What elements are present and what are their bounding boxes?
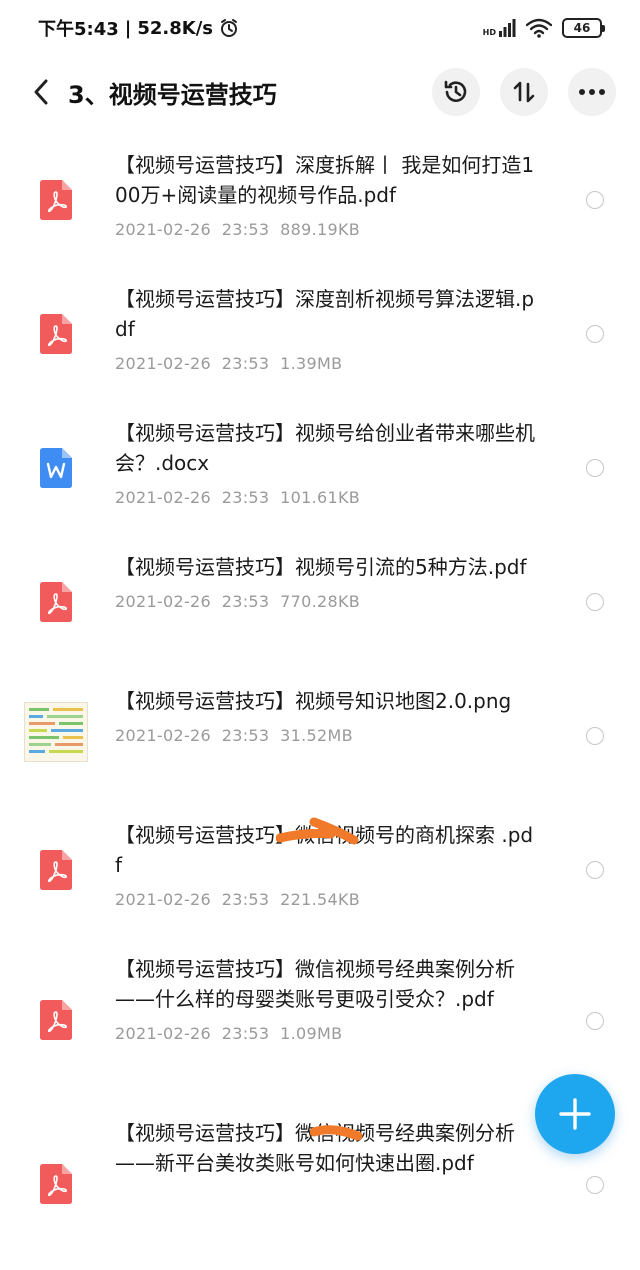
file-time: 23:53	[221, 488, 270, 507]
pdf-file-icon	[40, 1164, 72, 1204]
signal-icon	[499, 19, 516, 37]
select-checkbox[interactable]	[586, 191, 604, 209]
file-text: 【视频号运营技巧】深度拆解丨 我是如何打造100万+阅读量的视频号作品.pdf …	[115, 150, 535, 239]
status-right: HD 46	[483, 18, 605, 38]
file-size: 221.54KB	[280, 890, 361, 909]
pdf-file-icon	[40, 850, 72, 890]
file-text: 【视频号运营技巧】微信视频号经典案例分析——新平台美妆类账号如何快速出圈.pdf	[115, 1118, 535, 1178]
file-meta: 2021-02-26 23:53 889.19KB	[115, 220, 535, 239]
file-name: 【视频号运营技巧】视频号给创业者带来哪些机会？.docx	[115, 421, 535, 475]
file-date: 2021-02-26	[115, 726, 211, 745]
file-item[interactable]: 【视频号运营技巧】视频号给创业者带来哪些机会？.docx 2021-02-26 …	[0, 406, 640, 540]
file-time: 23:53	[221, 220, 270, 239]
file-date: 2021-02-26	[115, 1024, 211, 1043]
file-icon-wrap	[24, 1152, 88, 1216]
select-checkbox[interactable]	[586, 1012, 604, 1030]
sort-button[interactable]	[500, 68, 548, 116]
file-item[interactable]: 【视频号运营技巧】视频号知识地图2.0.png 2021-02-26 23:53…	[0, 674, 640, 808]
file-date: 2021-02-26	[115, 354, 211, 373]
file-date: 2021-02-26	[115, 592, 211, 611]
pdf-file-icon	[40, 180, 72, 220]
wifi-icon	[526, 18, 552, 38]
select-checkbox[interactable]	[586, 861, 604, 879]
status-left: 下午5:43 | 52.8K/s	[38, 15, 239, 41]
status-bar: 下午5:43 | 52.8K/s HD 46	[0, 0, 640, 56]
alarm-icon	[221, 19, 238, 37]
history-button[interactable]	[432, 68, 480, 116]
file-time: 23:53	[221, 726, 270, 745]
file-meta: 2021-02-26 23:53 221.54KB	[115, 890, 535, 909]
battery-indicator: 46	[562, 18, 605, 38]
file-name: 【视频号运营技巧】视频号知识地图2.0.png	[115, 689, 512, 713]
file-time: 23:53	[221, 890, 270, 909]
file-name: 【视频号运营技巧】视频号引流的5种方法.pdf	[115, 555, 527, 579]
file-meta: 2021-02-26 23:53 1.09MB	[115, 1024, 535, 1043]
file-meta: 2021-02-26 23:53 1.39MB	[115, 354, 535, 373]
file-date: 2021-02-26	[115, 890, 211, 909]
file-time: 23:53	[221, 1024, 270, 1043]
add-button[interactable]	[535, 1074, 615, 1154]
status-separator: |	[124, 17, 132, 39]
pdf-file-icon	[40, 1000, 72, 1040]
file-icon-wrap	[24, 988, 88, 1052]
header: 3、视频号运营技巧	[0, 60, 640, 124]
file-name: 【视频号运营技巧】深度拆解丨 我是如何打造100万+阅读量的视频号作品.pdf	[115, 153, 535, 207]
docx-file-icon	[40, 448, 72, 488]
file-date: 2021-02-26	[115, 220, 211, 239]
file-icon-wrap	[24, 436, 88, 500]
signal-group: HD	[483, 19, 516, 37]
image-thumbnail	[24, 702, 88, 762]
file-icon-wrap	[24, 700, 88, 764]
file-icon-wrap	[24, 168, 88, 232]
more-button[interactable]	[568, 68, 616, 116]
file-meta: 2021-02-26 23:53 101.61KB	[115, 488, 535, 507]
page-title: 3、视频号运营技巧	[68, 80, 277, 109]
file-text: 【视频号运营技巧】视频号引流的5种方法.pdf 2021-02-26 23:53…	[115, 552, 535, 611]
file-date: 2021-02-26	[115, 488, 211, 507]
file-icon-wrap	[24, 302, 88, 366]
file-size: 31.52MB	[280, 726, 353, 745]
file-name: 【视频号运营技巧】深度剖析视频号算法逻辑.pdf	[115, 287, 535, 341]
pdf-file-icon	[40, 582, 72, 622]
file-item[interactable]: 【视频号运营技巧】深度拆解丨 我是如何打造100万+阅读量的视频号作品.pdf …	[0, 138, 640, 272]
file-text: 【视频号运营技巧】视频号知识地图2.0.png 2021-02-26 23:53…	[115, 686, 535, 745]
file-text: 【视频号运营技巧】微信视频号经典案例分析——什么样的母婴类账号更吸引受众？.pd…	[115, 954, 535, 1043]
file-text: 【视频号运营技巧】深度剖析视频号算法逻辑.pdf 2021-02-26 23:5…	[115, 284, 535, 373]
file-size: 101.61KB	[280, 488, 361, 507]
file-name: 【视频号运营技巧】微信视频号经典案例分析——什么样的母婴类账号更吸引受众？.pd…	[115, 957, 515, 1011]
file-meta: 2021-02-26 23:53 31.52MB	[115, 726, 535, 745]
file-size: 1.09MB	[280, 1024, 343, 1043]
select-checkbox[interactable]	[586, 593, 604, 611]
file-meta: 2021-02-26 23:53 770.28KB	[115, 592, 535, 611]
file-time: 23:53	[221, 592, 270, 611]
file-name: 【视频号运营技巧】微信视频号经典案例分析——新平台美妆类账号如何快速出圈.pdf	[115, 1121, 515, 1175]
status-time: 下午5:43	[38, 19, 119, 40]
network-label: HD	[482, 28, 496, 37]
back-button[interactable]	[24, 72, 58, 112]
file-text: 【视频号运营技巧】视频号给创业者带来哪些机会？.docx 2021-02-26 …	[115, 418, 535, 507]
file-time: 23:53	[221, 354, 270, 373]
file-text: 【视频号运营技巧】微信视频号的商机探索 .pdf 2021-02-26 23:5…	[115, 820, 535, 909]
file-size: 1.39MB	[280, 354, 343, 373]
sort-icon	[513, 81, 535, 103]
more-icon	[579, 89, 605, 95]
file-item[interactable]: 【视频号运营技巧】微信视频号的商机探索 .pdf 2021-02-26 23:5…	[0, 808, 640, 942]
file-size: 770.28KB	[280, 592, 361, 611]
plus-icon	[559, 1098, 591, 1130]
back-arrow-icon	[34, 79, 48, 105]
pdf-file-icon	[40, 314, 72, 354]
history-icon	[444, 80, 467, 102]
file-item[interactable]: 【视频号运营技巧】深度剖析视频号算法逻辑.pdf 2021-02-26 23:5…	[0, 272, 640, 406]
file-item[interactable]: 【视频号运营技巧】微信视频号经典案例分析——什么样的母婴类账号更吸引受众？.pd…	[0, 942, 640, 1106]
select-checkbox[interactable]	[586, 1176, 604, 1194]
select-checkbox[interactable]	[586, 727, 604, 745]
file-item[interactable]: 【视频号运营技巧】视频号引流的5种方法.pdf 2021-02-26 23:53…	[0, 540, 640, 674]
select-checkbox[interactable]	[586, 325, 604, 343]
file-icon-wrap	[24, 838, 88, 902]
file-size: 889.19KB	[280, 220, 361, 239]
status-net-speed: 52.8K/s	[137, 17, 214, 39]
select-checkbox[interactable]	[586, 459, 604, 477]
file-name: 【视频号运营技巧】微信视频号的商机探索 .pdf	[115, 823, 534, 877]
file-icon-wrap	[24, 570, 88, 634]
